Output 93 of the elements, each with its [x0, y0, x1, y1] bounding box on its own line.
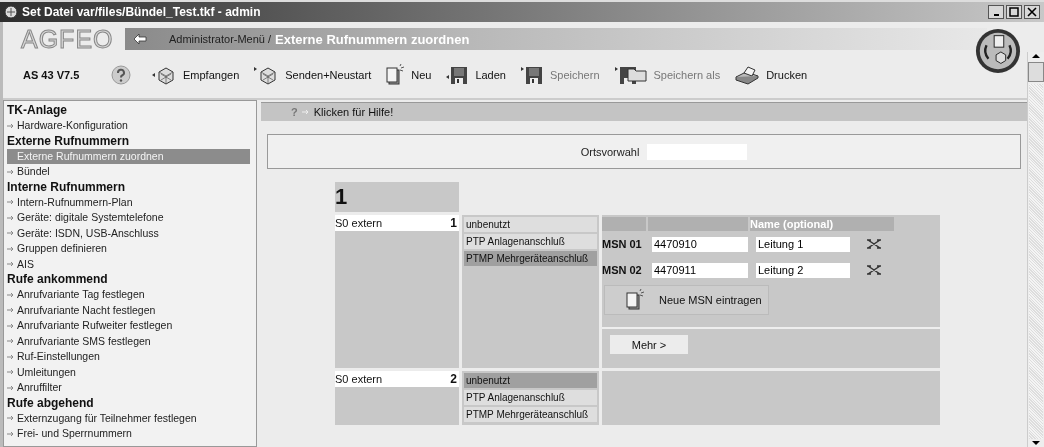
line-number: 2 — [450, 372, 457, 386]
msn-number-field[interactable]: 4470910 — [652, 236, 748, 252]
toolbar-button[interactable]: Senden+Neustart — [249, 65, 382, 85]
field-label: Ortsvorwahl — [580, 145, 640, 158]
msn-label: MSN 02 — [602, 264, 643, 276]
box-receive-icon — [151, 65, 177, 85]
msn-name-field[interactable]: Leitung 2 — [756, 262, 850, 278]
mode-option[interactable]: unbenutzt — [464, 373, 597, 388]
sidebar-item[interactable]: Intern-Rufnummern-Plan — [7, 194, 256, 210]
new-document-icon — [625, 289, 645, 311]
maximize-button[interactable] — [1006, 5, 1022, 19]
sidebar-item[interactable]: Anrufvariante SMS festlegen — [7, 333, 256, 349]
sidebar-item[interactable]: Geräte: ISDN, USB-Anschluss — [7, 225, 256, 241]
mode-option[interactable]: PTP Anlagenanschluß — [464, 234, 597, 249]
msn-name-field[interactable]: Leitung 1 — [756, 236, 850, 252]
sidebar-item[interactable]: Gruppen definieren — [7, 241, 256, 257]
new-msn-button[interactable]: Neue MSN eintragen — [604, 285, 769, 315]
line-name: S0 extern — [335, 217, 383, 229]
sidebar-item[interactable]: Anruffilter — [7, 380, 256, 396]
msn-label: MSN 01 — [602, 238, 643, 250]
close-icon — [1027, 7, 1037, 17]
line-name: S0 extern — [335, 373, 383, 385]
crossed-lines-icon[interactable] — [866, 264, 882, 276]
device-label: AS 43 V7.5 — [23, 69, 81, 81]
printer-icon — [734, 65, 761, 85]
minimize-button[interactable] — [988, 5, 1004, 19]
sidebar-item[interactable]: Ruf-Einstellungen — [7, 349, 256, 365]
table-header-cell — [602, 217, 646, 231]
toolbar-button[interactable]: Neu — [381, 64, 442, 86]
arrow-icon — [7, 353, 15, 360]
arrow-icon — [7, 261, 15, 268]
sidebar-heading: Rufe abgehend — [7, 395, 95, 411]
sidebar-heading: Externe Rufnummern — [7, 133, 131, 149]
toolbar-button[interactable]: Empfangen — [147, 65, 250, 85]
breadcrumb-path[interactable]: Administrator-Menü / — [169, 33, 272, 45]
mode-option[interactable]: unbenutzt — [464, 217, 597, 232]
sync-logo-icon — [975, 28, 1021, 74]
more-button[interactable]: Mehr > — [610, 335, 688, 354]
arrow-icon — [7, 430, 15, 437]
toolbar-button[interactable]: Drucken — [730, 65, 818, 85]
sidebar-item[interactable]: Frei- und Sperrnummern — [7, 426, 256, 442]
sidebar-item[interactable]: Hardware-Konfiguration — [7, 118, 256, 134]
arrow-icon — [7, 369, 15, 376]
new-document-icon — [385, 64, 406, 86]
bundle-number: 1 — [335, 182, 459, 212]
page-title: Externe Rufnummern zuordnen — [275, 31, 470, 47]
mode-option[interactable]: PTMP Mehrgeräteanschluß — [464, 251, 597, 266]
arrow-icon — [7, 230, 15, 237]
mode-option[interactable]: PTMP Mehrgeräteanschluß — [464, 407, 597, 422]
arrow-icon — [7, 291, 15, 298]
sidebar-heading: Rufe ankommend — [7, 272, 109, 287]
sidebar-item[interactable]: AIS — [7, 256, 256, 272]
table-header-cell: Name (optional) — [750, 217, 894, 231]
sidebar-item[interactable]: Anrufvariante Rufweiter festlegen — [7, 318, 256, 334]
scroll-up-icon[interactable] — [1031, 52, 1041, 60]
sidebar-item[interactable]: Bündel — [7, 164, 256, 180]
help-bar[interactable]: ? Klicken für Hilfe! — [261, 102, 1027, 121]
scroll-thumb[interactable] — [1028, 62, 1044, 82]
window-title: Set Datei var/files/Bündel_Test.tkf - admin — [22, 5, 261, 19]
arrow-icon — [7, 122, 15, 129]
arrow-icon — [7, 415, 15, 422]
floppy-folder-icon — [613, 65, 648, 85]
scrollbar[interactable] — [1027, 52, 1044, 447]
help-icon[interactable] — [111, 65, 131, 85]
sidebar-item[interactable]: Anrufvariante Nacht festlegen — [7, 302, 256, 318]
floppy-disk-icon — [519, 65, 544, 85]
arrow-icon — [7, 307, 15, 314]
sidebar-item[interactable]: Geräte: digitale Systemtelefone — [7, 210, 256, 226]
arrow-icon — [7, 199, 15, 206]
sidebar-heading: TK-Anlage — [7, 103, 68, 118]
arrow-icon — [7, 338, 15, 345]
sidebar-item[interactable]: Umleitungen — [7, 364, 256, 380]
arrow-icon — [7, 214, 15, 221]
arrow-icon — [7, 322, 15, 329]
sidebar-item[interactable]: Externzugang für Teilnehmer festlegen — [7, 410, 256, 426]
arrow-icon — [7, 168, 15, 175]
arrow-icon — [301, 109, 310, 115]
sidebar-item[interactable]: Anrufvariante Tag festlegen — [7, 287, 256, 303]
arrow-icon — [7, 384, 15, 391]
back-arrow-icon[interactable] — [133, 33, 147, 45]
mode-option[interactable]: PTP Anlagenanschluß — [464, 390, 597, 405]
line-number: 1 — [450, 216, 457, 230]
toolbar-button[interactable]: Laden — [441, 65, 516, 85]
close-button[interactable] — [1024, 5, 1040, 19]
arrow-icon — [7, 245, 15, 252]
msn-number-field[interactable]: 4470911 — [652, 262, 748, 278]
app-icon — [4, 5, 18, 19]
crossed-lines-icon[interactable] — [866, 238, 882, 250]
minimize-icon — [993, 14, 999, 16]
floppy-disk-icon — [445, 65, 470, 85]
maximize-icon — [1009, 7, 1019, 17]
sidebar-heading: Interne Rufnummern — [7, 179, 126, 195]
logo: AGFEO — [20, 24, 115, 54]
